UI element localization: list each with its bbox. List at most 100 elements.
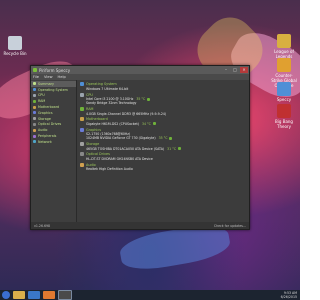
speccy-icon[interactable]: Speccy bbox=[271, 82, 297, 102]
check-updates-link[interactable]: Check for updates... bbox=[214, 224, 246, 228]
taskbar-explorer-button[interactable] bbox=[13, 291, 25, 299]
nav-item-label: RAM bbox=[38, 99, 46, 104]
windows-icon bbox=[33, 88, 36, 92]
section-title: RAM bbox=[86, 107, 94, 112]
audio-icon bbox=[33, 128, 36, 132]
section-title: Storage bbox=[86, 142, 100, 147]
section-value-text: Windows 7 Ultimate 64-bit bbox=[86, 86, 129, 91]
section-value-text: Sandy Bridge 32nm Technology bbox=[86, 101, 137, 106]
section-operating-system: Operating System Windows 7 Ultimate 64-b… bbox=[80, 82, 246, 91]
temperature-readout: 35 °C bbox=[136, 97, 146, 102]
desktop-icon-label: Big Bang Theory bbox=[275, 119, 293, 129]
section-title: CPU bbox=[86, 92, 93, 97]
thermometer-icon bbox=[178, 147, 182, 151]
optical-drive-icon bbox=[80, 152, 84, 157]
section-cpu: CPU Intel Core i3 2100 @ 3.10GHz 35 °C Sa… bbox=[80, 92, 246, 105]
nav-item-label: Motherboard bbox=[38, 105, 60, 110]
section-value: HL-DT-ST DVDRAM GH24NSB0 ATA Device bbox=[80, 157, 246, 161]
sidebar: Summary Operating System CPU RAM Motherb… bbox=[31, 80, 77, 222]
speccy-window[interactable]: Piriform Speccy – □ ✕ File View Help Sum… bbox=[30, 65, 250, 230]
window-content: Summary Operating System CPU RAM Motherb… bbox=[31, 80, 249, 222]
league-of-legends-glyph bbox=[277, 34, 291, 48]
graphics-icon bbox=[80, 127, 84, 132]
maximize-button[interactable]: □ bbox=[231, 67, 239, 73]
windows-icon bbox=[80, 82, 84, 87]
menu-file[interactable]: File bbox=[33, 75, 39, 79]
nav-item-label: CPU bbox=[38, 93, 45, 98]
nav-item-label: Summary bbox=[38, 81, 54, 86]
taskbar-browser-button[interactable] bbox=[28, 291, 40, 299]
system-tray-clock[interactable]: 9:53 AM 6/26/2015 bbox=[281, 291, 297, 299]
thermometer-icon bbox=[152, 122, 156, 126]
nav-item-label: Peripherals bbox=[38, 134, 57, 139]
storage-icon bbox=[80, 142, 84, 147]
thermometer-icon bbox=[169, 136, 173, 140]
recycle-bin-glyph bbox=[8, 36, 22, 50]
speccy-app-icon bbox=[33, 68, 37, 72]
status-bar: v1.26.698 Check for updates... bbox=[31, 222, 249, 229]
section-value: 465GB TOSHIBA DT01ACA050 ATA Device (SAT… bbox=[80, 147, 246, 151]
peripherals-icon bbox=[33, 134, 36, 138]
section-storage: Storage 465GB TOSHIBA DT01ACA050 ATA Dev… bbox=[80, 142, 246, 151]
section-title: Operating System bbox=[86, 82, 117, 87]
temperature-readout: 34 °C bbox=[141, 121, 151, 126]
desktop-icon-label: Recycle Bin bbox=[3, 51, 27, 56]
section-value-text: HL-DT-ST DVDRAM GH24NSB0 ATA Device bbox=[86, 156, 153, 161]
close-button[interactable]: ✕ bbox=[240, 67, 248, 73]
ram-icon bbox=[33, 99, 36, 103]
big-bang-theory-icon[interactable]: Big Bang Theory bbox=[271, 104, 297, 129]
section-value: Gigabyte H61M-DS2 (CPUSocket) 34 °C bbox=[80, 122, 246, 126]
desktop: Recycle Bin League of Legends Counter-St… bbox=[0, 0, 300, 300]
nav-item-label: Network bbox=[38, 139, 52, 144]
taskbar-speccy-button[interactable] bbox=[58, 290, 72, 300]
menu-help[interactable]: Help bbox=[58, 75, 66, 79]
section-value: Sandy Bridge 32nm Technology bbox=[80, 101, 246, 105]
section-value: Realtek High Definition Audio bbox=[80, 167, 246, 171]
section-title: Graphics bbox=[86, 127, 101, 132]
recycle-bin-icon[interactable]: Recycle Bin bbox=[2, 36, 28, 56]
audio-icon bbox=[80, 162, 84, 167]
league-of-legends-icon[interactable]: League of Legends bbox=[271, 34, 297, 59]
section-title: Optical Drives bbox=[86, 152, 110, 157]
section-value-text: 1024MB NVIDIA GeForce GT 730 (Gigabyte) bbox=[86, 136, 156, 141]
nav-item-label: Operating System bbox=[38, 87, 68, 92]
network-icon bbox=[33, 140, 36, 144]
motherboard-icon bbox=[33, 105, 36, 109]
cpu-icon bbox=[80, 92, 84, 97]
storage-icon bbox=[33, 117, 36, 121]
summary-panel: Operating System Windows 7 Ultimate 64-b… bbox=[77, 80, 249, 222]
menu-view[interactable]: View bbox=[44, 75, 53, 79]
section-title: Motherboard bbox=[86, 117, 108, 122]
taskbar-media-button[interactable] bbox=[43, 291, 55, 299]
thermometer-icon bbox=[147, 97, 151, 101]
clock-date: 6/26/2015 bbox=[280, 295, 297, 299]
section-value: 1024MB NVIDIA GeForce GT 730 (Gigabyte) 3… bbox=[80, 136, 246, 140]
section-value-text: 465GB TOSHIBA DT01ACA050 ATA Device (SAT… bbox=[86, 146, 165, 151]
nav-item-label: Audio bbox=[38, 128, 48, 133]
start-button[interactable] bbox=[2, 291, 10, 299]
window-title: Piriform Speccy bbox=[39, 67, 71, 73]
version-label: v1.26.698 bbox=[34, 223, 51, 228]
section-audio: Audio Realtek High Definition Audio bbox=[80, 162, 246, 171]
speccy-glyph bbox=[277, 82, 291, 96]
section-value-text: Gigabyte H61M-DS2 (CPUSocket) bbox=[86, 121, 139, 126]
graphics-icon bbox=[33, 111, 36, 115]
section-ram: RAM 4.0GB Single-Channel DDR3 @ 665MHz (… bbox=[80, 107, 246, 116]
summary-icon bbox=[33, 82, 36, 86]
optical-drive-icon bbox=[33, 122, 36, 126]
section-value: 4.0GB Single-Channel DDR3 @ 665MHz (9-9-… bbox=[80, 112, 246, 116]
taskbar: 9:53 AM 6/26/2015 bbox=[0, 290, 300, 300]
minimize-button[interactable]: – bbox=[222, 67, 230, 73]
section-value-text: Realtek High Definition Audio bbox=[86, 167, 133, 172]
section-value-text: 4.0GB Single-Channel DDR3 @ 665MHz (9-9-… bbox=[86, 111, 167, 116]
section-title: Audio bbox=[86, 162, 96, 167]
section-value: Windows 7 Ultimate 64-bit bbox=[80, 87, 246, 91]
temperature-readout: 31 °C bbox=[167, 146, 177, 151]
section-motherboard: Motherboard Gigabyte H61M-DS2 (CPUSocket… bbox=[80, 117, 246, 126]
nav-item-label: Graphics bbox=[38, 110, 53, 115]
big-bang-theory-glyph bbox=[277, 104, 291, 118]
nav-item-label: Optical Drives bbox=[38, 122, 62, 127]
nav-item-network[interactable]: Network bbox=[31, 139, 76, 145]
nav-item-label: Storage bbox=[38, 116, 51, 121]
title-bar[interactable]: Piriform Speccy – □ ✕ bbox=[31, 66, 249, 74]
